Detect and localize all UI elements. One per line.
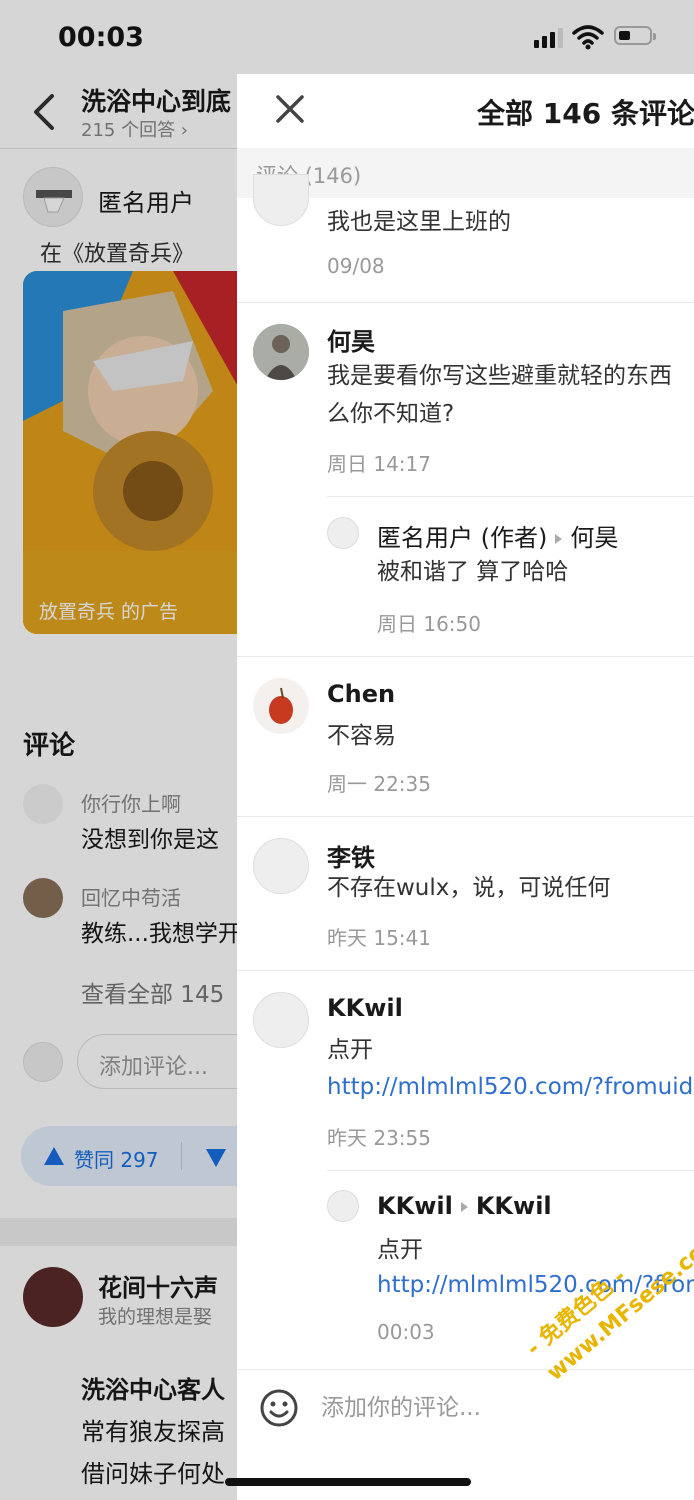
comment-divider <box>237 970 694 971</box>
comment-avatar[interactable] <box>253 992 309 1048</box>
reply-avatar[interactable] <box>327 517 359 549</box>
emoji-icon[interactable] <box>259 1388 299 1428</box>
reply-time: 00:03 <box>377 1320 435 1344</box>
reply-header: 匿名用户 (作者) 何昊 <box>377 518 618 553</box>
home-indicator <box>225 1478 471 1486</box>
comment-input[interactable]: 添加你的评论... <box>321 1390 481 1426</box>
comment-time: 昨天 23:55 <box>327 1126 431 1150</box>
battery-icon <box>614 26 656 45</box>
reply-time: 周日 16:50 <box>377 612 481 636</box>
comment-time: 09/08 <box>327 254 385 278</box>
comment-divider <box>237 302 694 303</box>
reply-author[interactable]: KKwil <box>377 1192 453 1220</box>
signal-icon <box>534 28 564 48</box>
comment-avatar[interactable] <box>253 324 309 380</box>
reply-arrow-icon <box>460 1202 468 1212</box>
status-time: 00:03 <box>58 22 144 53</box>
reply-divider <box>327 1170 694 1171</box>
reply-author[interactable]: 匿名用户 (作者) <box>377 524 547 552</box>
reply-target[interactable]: KKwil <box>476 1192 552 1220</box>
panel-title: 全部 146 条评论 <box>477 97 694 130</box>
comment-text: 我也是这里上班的 <box>327 209 511 235</box>
comment-author[interactable]: 何昊 <box>327 322 375 357</box>
close-icon[interactable] <box>273 92 307 126</box>
comment-author[interactable]: 李铁 <box>327 838 375 873</box>
reply-header: KKwil KKwil <box>377 1192 552 1220</box>
reply-divider <box>327 496 694 497</box>
comment-avatar[interactable] <box>253 838 309 894</box>
reply-text: 点开 <box>377 1237 423 1263</box>
comment-time: 周日 14:17 <box>327 452 431 476</box>
comment-time: 周一 22:35 <box>327 772 431 796</box>
comment-text: 么你不知道? <box>327 401 455 427</box>
reply-avatar[interactable] <box>327 1190 359 1222</box>
comment-text: 我是要看你写这些避重就轻的东西 <box>327 363 672 389</box>
comment-avatar[interactable] <box>253 174 309 226</box>
comment-author[interactable]: KKwil <box>327 994 403 1022</box>
wifi-icon <box>572 25 604 50</box>
reply-target[interactable]: 何昊 <box>570 524 618 552</box>
comment-time: 昨天 15:41 <box>327 926 431 950</box>
reply-text: 被和谐了 算了哈哈 <box>377 559 569 585</box>
comment-divider <box>237 816 694 817</box>
comment-text: 不存在wulx，说，可说任何 <box>327 875 611 901</box>
reply-arrow-icon <box>555 534 563 544</box>
comment-text: 不容易 <box>327 723 396 749</box>
comment-divider <box>237 656 694 657</box>
comment-avatar[interactable] <box>253 678 309 734</box>
comment-link[interactable]: http://mlmlml520.com/?fromuid= <box>327 1074 694 1100</box>
comment-author[interactable]: Chen <box>327 680 395 708</box>
comment-text: 点开 <box>327 1037 373 1063</box>
